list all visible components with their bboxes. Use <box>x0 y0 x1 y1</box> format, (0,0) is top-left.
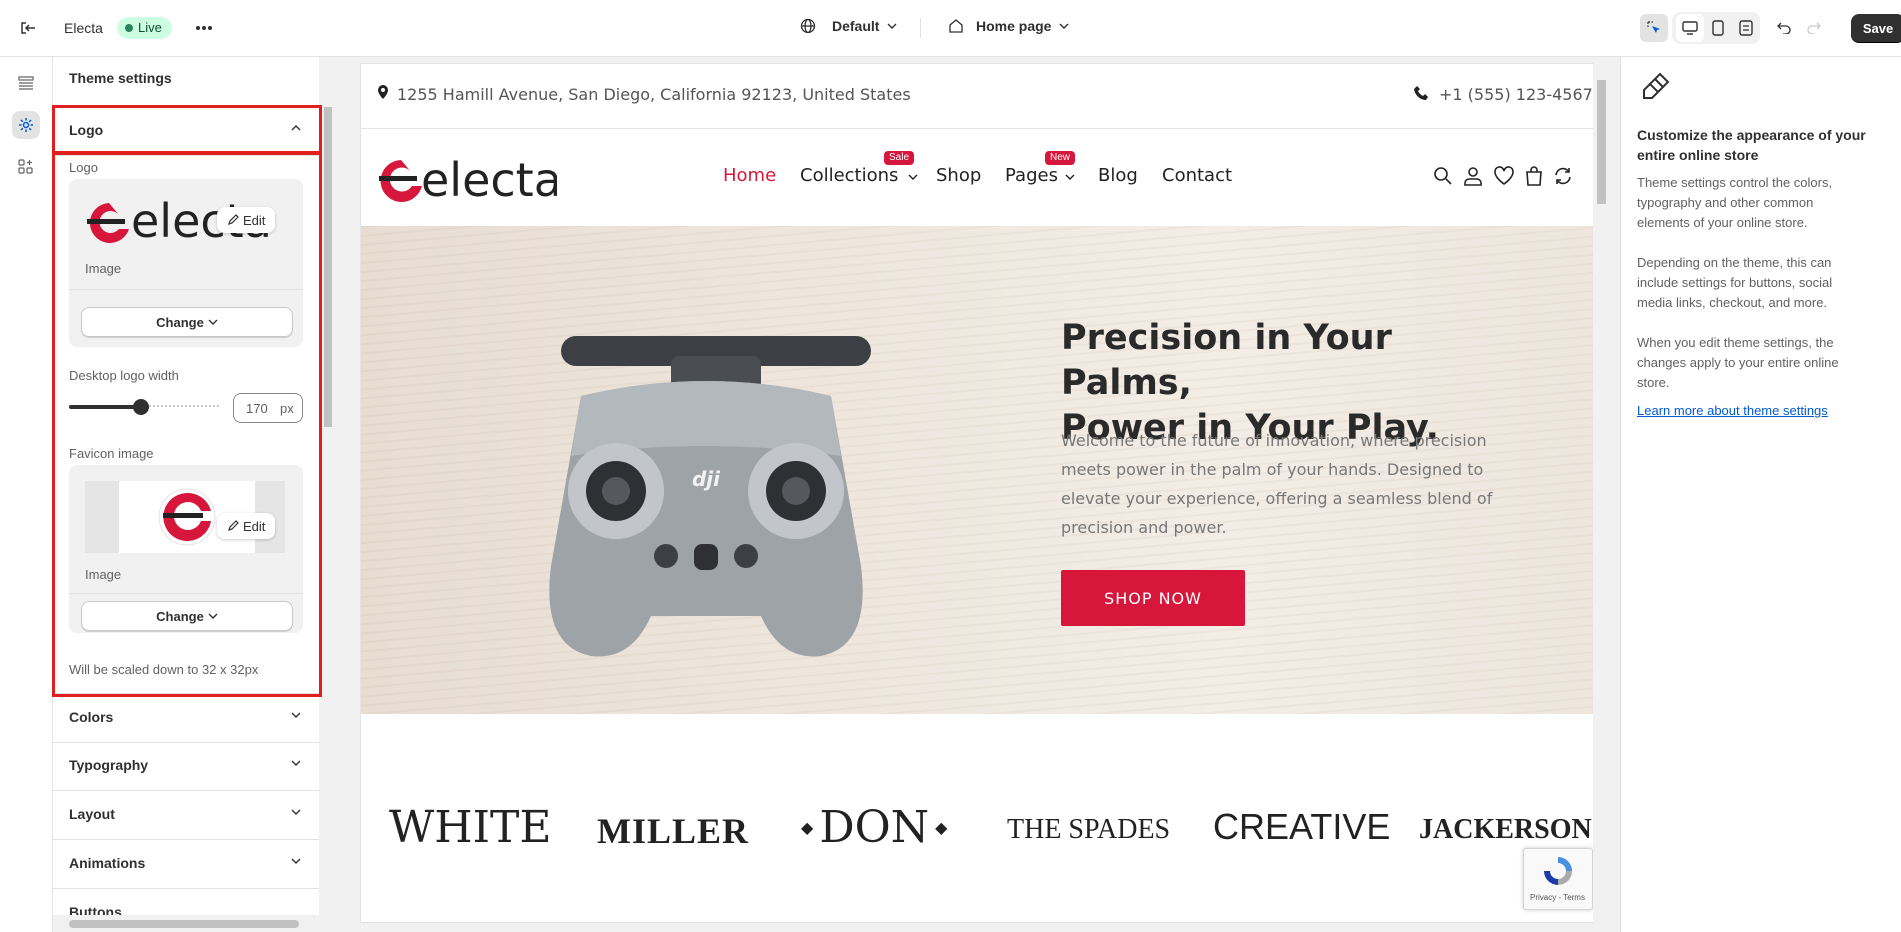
panel-horizontal-scrollbar[interactable] <box>53 915 319 932</box>
game-controller-image: dji <box>549 336 871 657</box>
redo-icon[interactable] <box>1800 14 1828 42</box>
store-phone: +1 (555) 123-4567 <box>1439 85 1593 104</box>
brand-logo-creative: CREATIVE <box>1213 806 1391 847</box>
recaptcha-badge[interactable]: Privacy - Terms <box>1523 848 1593 910</box>
brand-logo-don: ◆ DON ◆ <box>801 802 947 853</box>
store-name: Electa <box>64 20 103 36</box>
status-badge-label: Live <box>138 20 162 35</box>
chevron-down-icon <box>291 760 301 766</box>
hero-body: Welcome to the future of innovation, whe… <box>1061 431 1493 537</box>
highlight-logo-header <box>52 105 322 154</box>
diamond-icon: ◆ <box>801 818 814 837</box>
account-icon[interactable] <box>1463 166 1483 186</box>
hero-heading-line1: Precision in Your Palms, <box>1061 318 1392 403</box>
section-animations-header[interactable]: Animations <box>53 840 319 889</box>
nav-collections[interactable]: Collections <box>800 165 898 186</box>
chevron-down-icon <box>291 858 301 864</box>
globe-icon <box>800 18 816 34</box>
hero-banner: dji Precision in Your Palms, Power in Yo… <box>361 226 1593 714</box>
left-rail <box>0 57 53 932</box>
section-title: Typography <box>69 757 149 773</box>
nav-blog[interactable]: Blog <box>1098 165 1138 186</box>
new-badge: New <box>1045 151 1076 165</box>
fullscreen-icon[interactable] <box>1732 14 1760 42</box>
exit-icon[interactable] <box>14 14 42 42</box>
location-pin-icon <box>378 85 388 99</box>
preview-vertical-scrollbar[interactable] <box>1593 64 1610 922</box>
undo-icon[interactable] <box>1770 14 1798 42</box>
info-panel: Customize the appearance of your entire … <box>1620 57 1901 932</box>
sale-badge: Sale <box>884 151 915 165</box>
diamond-icon: ◆ <box>935 818 948 837</box>
desktop-icon[interactable] <box>1676 14 1704 42</box>
highlight-logo-body <box>52 152 322 697</box>
more-options-icon[interactable] <box>190 14 218 42</box>
page-selector[interactable]: Home page <box>948 18 1069 34</box>
theme-selector-label: Default <box>832 18 880 34</box>
brand-logo-don-text: DON <box>819 802 930 853</box>
cart-icon[interactable] <box>1525 166 1543 186</box>
site-logo-text: electa <box>421 154 557 204</box>
section-title: Colors <box>69 709 114 725</box>
chevron-down-icon <box>1059 23 1069 29</box>
chevron-down-icon <box>291 809 301 815</box>
mobile-icon[interactable] <box>1704 14 1732 42</box>
info-title: Customize the appearance of your entire … <box>1637 127 1866 163</box>
apps-icon[interactable] <box>12 153 40 181</box>
sections-icon[interactable] <box>12 69 40 97</box>
status-dot-icon <box>125 24 133 32</box>
top-bar: Electa Live Default Home page Save <box>0 0 1901 57</box>
recaptcha-icon <box>1544 857 1572 885</box>
info-paragraph-3: When you edit theme settings, the change… <box>1637 335 1839 390</box>
scrollbar-thumb[interactable] <box>1597 80 1606 204</box>
store-address: 1255 Hamill Avenue, San Diego, Californi… <box>397 85 911 104</box>
page-selector-label: Home page <box>976 18 1052 34</box>
search-icon[interactable] <box>1433 166 1453 186</box>
inspector-icon[interactable] <box>1640 14 1668 42</box>
divider <box>361 128 1593 129</box>
store-preview: 1255 Hamill Avenue, San Diego, Californi… <box>361 64 1593 922</box>
info-paragraph-1: Theme settings control the colors, typog… <box>1637 175 1833 230</box>
nav-home[interactable]: Home <box>723 165 776 186</box>
section-title: Layout <box>69 806 115 822</box>
theme-selector[interactable]: Default <box>800 18 897 34</box>
nav-contact[interactable]: Contact <box>1162 165 1232 186</box>
phone-icon <box>1414 86 1428 100</box>
controller-brand: dji <box>692 467 721 491</box>
wishlist-icon[interactable] <box>1493 166 1515 186</box>
save-button[interactable]: Save <box>1851 14 1901 42</box>
chevron-down-icon <box>1065 174 1075 180</box>
section-layout-header[interactable]: Layout <box>53 791 319 840</box>
site-logo[interactable]: electa <box>377 153 562 207</box>
chevron-down-icon <box>887 23 897 29</box>
shop-now-button[interactable]: SHOP NOW <box>1061 570 1245 626</box>
section-colors-header[interactable]: Colors <box>53 693 319 743</box>
home-icon <box>949 19 963 33</box>
brand-logo-the-spades: THE SPADES <box>1007 814 1171 845</box>
section-typography-header[interactable]: Typography <box>53 742 319 791</box>
brand-logo-jackerson: JACKERSON <box>1419 814 1592 845</box>
learn-more-link[interactable]: Learn more about theme settings <box>1637 401 1867 421</box>
section-title: Animations <box>69 855 146 871</box>
status-badge: Live <box>117 17 172 39</box>
chevron-down-icon <box>291 712 301 718</box>
scrollbar-thumb[interactable] <box>69 920 299 928</box>
brand-logo-miller: MILLER <box>597 811 750 851</box>
panel-title: Theme settings <box>69 70 172 86</box>
recaptcha-terms[interactable]: Privacy - Terms <box>1530 893 1585 902</box>
paintbrush-icon <box>1643 72 1670 99</box>
divider <box>920 18 921 38</box>
theme-settings-icon[interactable] <box>12 111 40 139</box>
nav-pages[interactable]: Pages <box>1005 165 1058 186</box>
chevron-down-icon <box>908 174 918 180</box>
nav-shop[interactable]: Shop <box>936 165 981 186</box>
brand-logo-white: WHITE <box>389 802 552 853</box>
compare-icon[interactable] <box>1553 166 1573 186</box>
scrollbar-thumb[interactable] <box>324 107 332 427</box>
info-paragraph-2: Depending on the theme, this can include… <box>1637 255 1833 310</box>
